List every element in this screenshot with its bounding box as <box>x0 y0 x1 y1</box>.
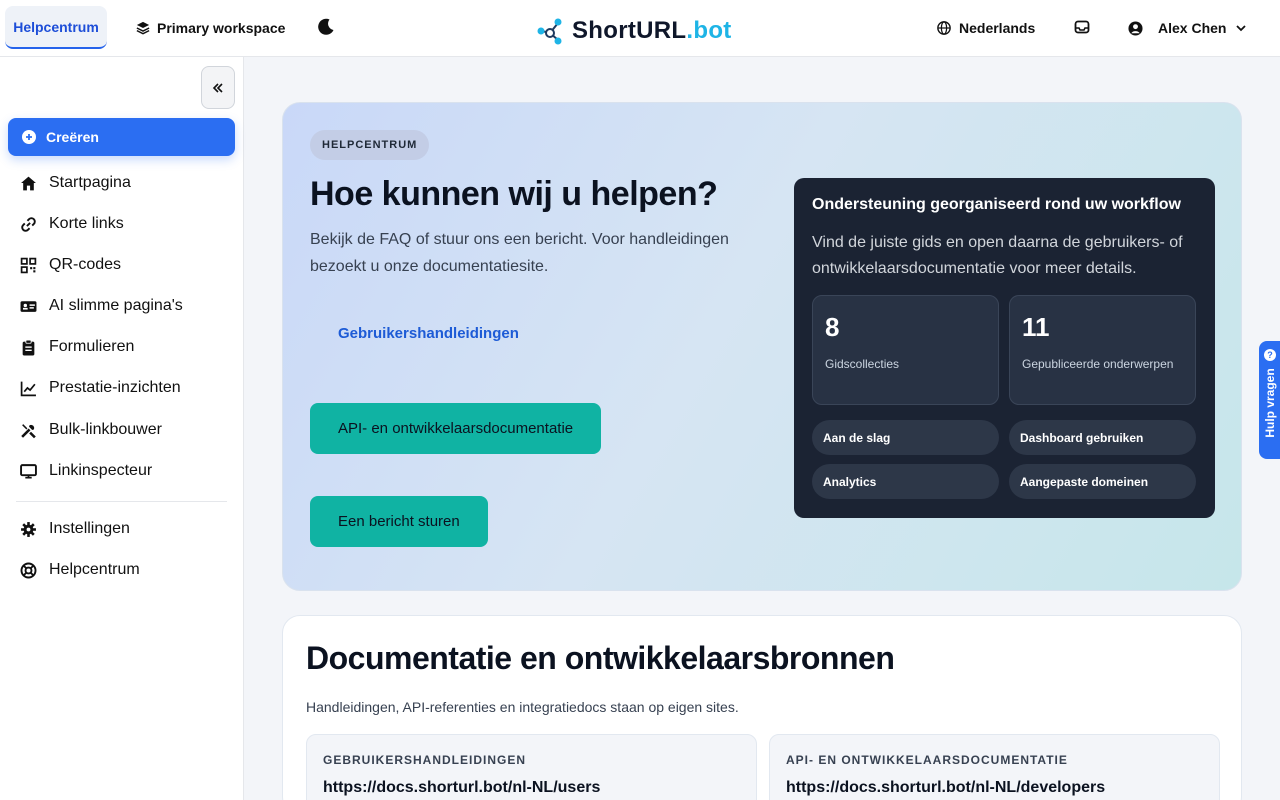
topic-chip[interactable]: Dashboard gebruiken <box>1009 420 1196 455</box>
sidebar-item-helpcentrum[interactable]: Helpcentrum <box>20 558 140 582</box>
topic-chip[interactable]: Aangepaste domeinen <box>1009 464 1196 499</box>
brand-name: ShortURL <box>572 17 687 44</box>
globe-icon <box>937 21 951 35</box>
lifebuoy-icon <box>20 562 37 578</box>
stat-card: 8 Gidscollecties <box>812 295 999 405</box>
create-label: Creëren <box>46 129 99 145</box>
home-icon <box>21 176 36 190</box>
ask-help-tab[interactable]: ? Hulp vragen <box>1259 341 1280 459</box>
sidebar-item-label: AI slimme pagina's <box>49 297 183 314</box>
stat-card: 11 Gepubliceerde onderwerpen <box>1009 295 1196 405</box>
tab-helpcentrum[interactable]: Helpcentrum <box>5 6 107 49</box>
doc-url[interactable]: https://docs.shorturl.bot/nl-NL/users <box>323 779 600 797</box>
topic-chip[interactable]: Aan de slag <box>812 420 999 455</box>
workspace-label: Primary workspace <box>157 20 286 36</box>
sidebar-item-formulieren[interactable]: Formulieren <box>20 335 134 359</box>
brand-logo[interactable]: ShortURL .bot <box>536 14 732 48</box>
sidebar-item-label: QR-codes <box>49 256 122 273</box>
sidebar-item-qr-codes[interactable]: QR-codes <box>20 253 121 277</box>
sidebar-item-label: Prestatie-inzichten <box>49 379 181 396</box>
gear-icon <box>21 521 36 537</box>
docs-section: Documentatie en ontwikkelaarsbronnen Han… <box>282 615 1242 800</box>
top-bar: Helpcentrum Primary workspace ShortURL .b… <box>0 0 1280 57</box>
plus-circle-icon <box>22 130 36 144</box>
support-panel: Ondersteuning georganiseerd rond uw work… <box>794 178 1215 518</box>
topic-chip[interactable]: Analytics <box>812 464 999 499</box>
user-menu[interactable]: Alex Chen <box>1128 17 1247 39</box>
link-icon <box>21 216 36 232</box>
page-title: Hoe kunnen wij u helpen? <box>310 175 718 213</box>
moon-icon[interactable] <box>316 17 336 37</box>
section-pill: HELPCENTRUM <box>310 130 430 160</box>
stat-value: 8 <box>825 312 840 342</box>
sidebar-item-label: Helpcentrum <box>49 561 140 578</box>
layers-icon <box>136 21 150 35</box>
docs-subtitle: Handleidingen, API-referenties en integr… <box>306 699 739 715</box>
inbox-icon[interactable] <box>1074 19 1090 35</box>
sidebar-item-label: Formulieren <box>49 338 135 355</box>
sidebar-item-bulk-linkbouwer[interactable]: Bulk-linkbouwer <box>20 418 162 442</box>
user-avatar-icon <box>1128 20 1143 36</box>
hero-section: HELPCENTRUM Hoe kunnen wij u helpen? Bek… <box>282 102 1242 591</box>
workspace-switcher[interactable]: Primary workspace <box>136 17 285 39</box>
sidebar-item-label: Linkinspecteur <box>49 462 153 479</box>
sidebar-item-label: Startpagina <box>49 174 131 191</box>
stat-value: 11 <box>1022 312 1050 342</box>
id-card-icon <box>20 300 37 312</box>
sidebar-item-label: Bulk-linkbouwer <box>49 421 162 438</box>
sidebar: Creëren Startpagina Korte links QR-codes… <box>0 57 244 800</box>
docs-title: Documentatie en ontwikkelaarsbronnen <box>306 640 895 676</box>
sidebar-item-label: Korte links <box>49 215 124 232</box>
chevrons-left-icon <box>212 82 223 93</box>
sidebar-item-prestatie-inzichten[interactable]: Prestatie-inzichten <box>20 376 181 400</box>
doc-link-card-users[interactable]: GEBRUIKERSHANDLEIDINGEN https://docs.sho… <box>306 734 757 800</box>
user-name: Alex Chen <box>1158 20 1227 36</box>
doc-link-card-developers[interactable]: API- EN ONTWIKKELAARSDOCUMENTATIE https:… <box>769 734 1220 800</box>
doc-url[interactable]: https://docs.shorturl.bot/nl-NL/develope… <box>786 779 1105 797</box>
tools-icon <box>21 423 36 438</box>
chart-icon <box>20 381 36 396</box>
send-message-button[interactable]: Een bericht sturen <box>310 496 488 547</box>
language-selector[interactable]: Nederlands <box>937 17 1035 39</box>
sidebar-divider <box>16 501 227 502</box>
sidebar-item-instellingen[interactable]: Instellingen <box>20 517 130 541</box>
sidebar-item-ai-pages[interactable]: AI slimme pagina's <box>20 294 183 318</box>
qr-icon <box>20 257 37 273</box>
create-button[interactable]: Creëren <box>8 118 235 156</box>
user-guides-link[interactable]: Gebruikershandleidingen <box>338 325 519 342</box>
stat-label: Gepubliceerde onderwerpen <box>1022 357 1174 371</box>
language-label: Nederlands <box>959 20 1036 36</box>
sidebar-item-korte-links[interactable]: Korte links <box>20 212 124 236</box>
sidebar-item-label: Instellingen <box>49 520 130 537</box>
api-docs-button[interactable]: API- en ontwikkelaarsdocumentatie <box>310 403 602 454</box>
hero-lead: Bekijk de FAQ of stuur ons een bericht. … <box>310 231 729 275</box>
ask-help-label: Hulp vragen <box>1262 368 1277 438</box>
brand-tld: .bot <box>686 17 732 44</box>
monitor-icon <box>20 463 37 479</box>
question-icon: ? <box>1264 349 1276 361</box>
chevron-down-icon <box>1236 25 1247 32</box>
sidebar-item-linkinspecteur[interactable]: Linkinspecteur <box>20 459 152 483</box>
logo-icon <box>537 18 562 45</box>
sidebar-item-startpagina[interactable]: Startpagina <box>20 171 131 195</box>
doc-caption: API- EN ONTWIKKELAARSDOCUMENTATIE <box>786 753 1068 767</box>
stat-label: Gidscollecties <box>825 357 900 371</box>
collapse-sidebar-button[interactable] <box>201 66 235 109</box>
support-panel-title: Ondersteuning georganiseerd rond uw work… <box>812 196 1181 213</box>
support-panel-desc: Vind de juiste gids en open daarna de ge… <box>812 234 1183 277</box>
doc-caption: GEBRUIKERSHANDLEIDINGEN <box>323 753 527 767</box>
clipboard-icon <box>22 339 35 355</box>
